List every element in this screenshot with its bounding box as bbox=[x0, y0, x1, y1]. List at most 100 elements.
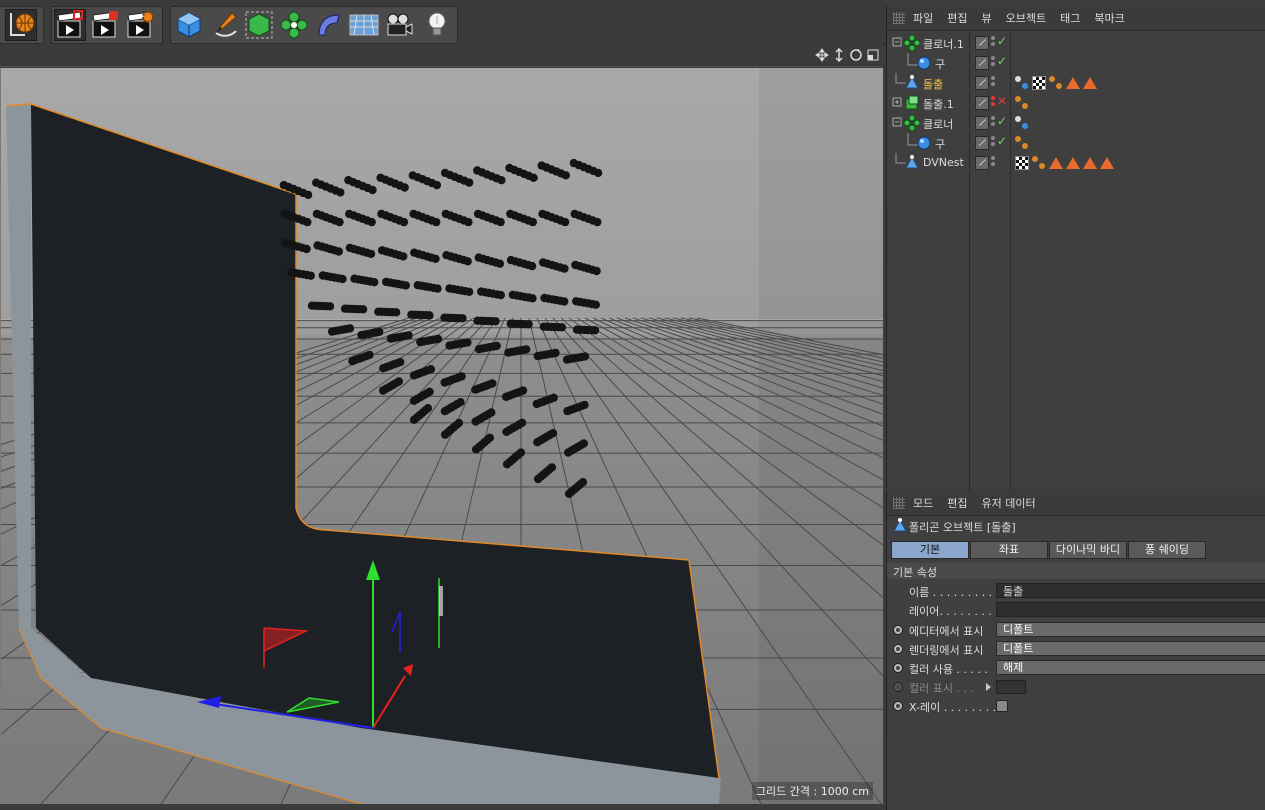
perspective-viewport[interactable]: 그리드 간격 : 1000 cm bbox=[0, 44, 883, 804]
viewport-canvas[interactable]: 그리드 간격 : 1000 cm bbox=[0, 68, 883, 804]
rotate-view-icon[interactable] bbox=[850, 49, 862, 61]
tab-phong[interactable]: 퐁 쉐이딩 bbox=[1128, 541, 1206, 559]
name-input[interactable]: 돌출 bbox=[996, 583, 1265, 598]
texture-tag-icon[interactable] bbox=[1015, 156, 1029, 170]
animate-radio[interactable] bbox=[893, 625, 903, 635]
tab-basic[interactable]: 기본 bbox=[891, 541, 969, 559]
dynamics-tag-icon[interactable] bbox=[1015, 76, 1029, 90]
deformer-button[interactable] bbox=[313, 9, 345, 41]
move-view-icon[interactable] bbox=[815, 48, 829, 62]
menu-user-data[interactable]: 유저 데이터 bbox=[982, 495, 1036, 511]
subdivision-button[interactable] bbox=[243, 9, 275, 41]
menu-mode[interactable]: 모드 bbox=[913, 495, 933, 511]
phong-tag-icon[interactable] bbox=[1015, 136, 1029, 150]
tab-coord[interactable]: 좌표 bbox=[970, 541, 1048, 559]
editor-render-dots[interactable] bbox=[991, 56, 995, 68]
render-picture-viewer-button[interactable] bbox=[89, 9, 121, 41]
visibility-toggle[interactable] bbox=[975, 96, 989, 110]
object-name[interactable]: 클로너.1 bbox=[923, 36, 964, 52]
animate-radio[interactable] bbox=[893, 663, 903, 673]
enabled-check-icon[interactable]: ✓ bbox=[997, 134, 1007, 148]
animate-radio[interactable] bbox=[893, 644, 903, 654]
visibility-toggle[interactable] bbox=[975, 36, 989, 50]
cloner-button[interactable] bbox=[278, 9, 310, 41]
selection-tag-icon[interactable] bbox=[1083, 77, 1097, 89]
object-row[interactable]: 돌출.1 ✕ bbox=[887, 93, 1265, 113]
texture-tag-icon[interactable] bbox=[1032, 76, 1046, 90]
menu-object[interactable]: 오브젝트 bbox=[1006, 10, 1046, 26]
editor-visibility-dropdown[interactable]: 디폴트 bbox=[996, 622, 1265, 637]
object-name[interactable]: 클로너 bbox=[923, 116, 953, 132]
object-row-selected[interactable]: 돌출 bbox=[887, 73, 1265, 93]
sphere-clone bbox=[485, 433, 495, 442]
enabled-check-icon[interactable]: ✓ bbox=[997, 54, 1007, 68]
visibility-toggle[interactable] bbox=[975, 56, 989, 70]
render-settings-button[interactable] bbox=[124, 9, 156, 41]
selection-tag-icon[interactable] bbox=[1049, 157, 1063, 169]
editor-render-dots[interactable] bbox=[991, 76, 995, 88]
sphere-clone bbox=[368, 185, 377, 195]
render-view-button[interactable] bbox=[54, 9, 86, 41]
selection-tag-icon[interactable] bbox=[1100, 157, 1114, 169]
menu-view[interactable]: 뷰 bbox=[982, 10, 992, 26]
visibility-toggle[interactable] bbox=[975, 156, 989, 170]
expand-arrow-icon[interactable] bbox=[985, 683, 993, 691]
phong-tag-icon[interactable] bbox=[1015, 96, 1029, 110]
editor-render-dots[interactable] bbox=[991, 156, 995, 168]
phong-tag-icon[interactable] bbox=[1032, 156, 1046, 170]
world-coords-button[interactable] bbox=[5, 9, 37, 41]
panel-grip-icon[interactable] bbox=[893, 12, 905, 24]
use-color-dropdown[interactable]: 해제 bbox=[996, 660, 1265, 675]
camera-button[interactable] bbox=[383, 9, 415, 41]
light-button[interactable] bbox=[421, 9, 453, 41]
object-row[interactable]: 클로너 ✓ bbox=[887, 113, 1265, 133]
sphere-clone bbox=[394, 377, 403, 386]
menu-edit[interactable]: 편집 bbox=[947, 10, 967, 26]
disabled-cross-icon[interactable]: ✕ bbox=[997, 94, 1007, 108]
visibility-toggle[interactable] bbox=[975, 116, 989, 130]
editor-render-dots[interactable] bbox=[991, 136, 995, 148]
selection-tag-icon[interactable] bbox=[1066, 77, 1080, 89]
grid-spacing-label: 그리드 간격 : 1000 cm bbox=[751, 782, 873, 800]
add-cube-button[interactable] bbox=[173, 9, 205, 41]
object-name[interactable]: 돌출 bbox=[923, 76, 943, 92]
object-row[interactable]: 구 ✓ bbox=[887, 53, 1265, 73]
attr-row-use-color: 컬러 사용 . . . . . 해제 bbox=[887, 659, 1265, 678]
tab-dynamics-body[interactable]: 다이나믹 바디 bbox=[1049, 541, 1127, 559]
xray-checkbox[interactable] bbox=[996, 700, 1008, 712]
object-row[interactable]: 구 ✓ bbox=[887, 133, 1265, 153]
render-visibility-dropdown[interactable]: 디폴트 bbox=[996, 641, 1265, 656]
panel-grip-icon[interactable] bbox=[893, 497, 905, 509]
selection-tag-icon[interactable] bbox=[1066, 157, 1080, 169]
pen-tool-button[interactable] bbox=[208, 9, 240, 41]
phong-tag-icon[interactable] bbox=[1049, 76, 1063, 90]
object-row[interactable]: 클로너.1 ✓ bbox=[887, 33, 1265, 53]
maximize-view-icon[interactable] bbox=[867, 49, 879, 61]
object-name[interactable]: 구 bbox=[935, 56, 945, 72]
menu-edit[interactable]: 편집 bbox=[947, 495, 967, 511]
sphere-clone bbox=[365, 350, 374, 360]
display-color-swatch[interactable] bbox=[996, 680, 1026, 694]
animate-radio bbox=[893, 682, 903, 692]
visibility-toggle[interactable] bbox=[975, 76, 989, 90]
zoom-view-icon[interactable] bbox=[835, 47, 843, 63]
editor-render-dots[interactable] bbox=[991, 36, 995, 48]
animate-radio[interactable] bbox=[893, 701, 903, 711]
layer-input[interactable] bbox=[996, 602, 1265, 617]
editor-render-dots[interactable] bbox=[991, 96, 995, 108]
sphere-clone bbox=[392, 308, 401, 317]
editor-render-dots[interactable] bbox=[991, 116, 995, 128]
menu-file[interactable]: 파일 bbox=[913, 10, 933, 26]
selection-tag-icon[interactable] bbox=[1083, 157, 1097, 169]
floor-button[interactable] bbox=[348, 9, 380, 41]
enabled-check-icon[interactable]: ✓ bbox=[997, 114, 1007, 128]
visibility-toggle[interactable] bbox=[975, 136, 989, 150]
menu-tag[interactable]: 태그 bbox=[1060, 10, 1080, 26]
object-name[interactable]: 돌출.1 bbox=[923, 96, 954, 112]
object-name[interactable]: 구 bbox=[935, 136, 945, 152]
object-name[interactable]: DVNest bbox=[923, 156, 964, 169]
menu-bookmark[interactable]: 북마크 bbox=[1094, 10, 1124, 26]
enabled-check-icon[interactable]: ✓ bbox=[997, 34, 1007, 48]
object-row[interactable]: DVNest bbox=[887, 153, 1265, 173]
dynamics-tag-icon[interactable] bbox=[1015, 116, 1029, 130]
